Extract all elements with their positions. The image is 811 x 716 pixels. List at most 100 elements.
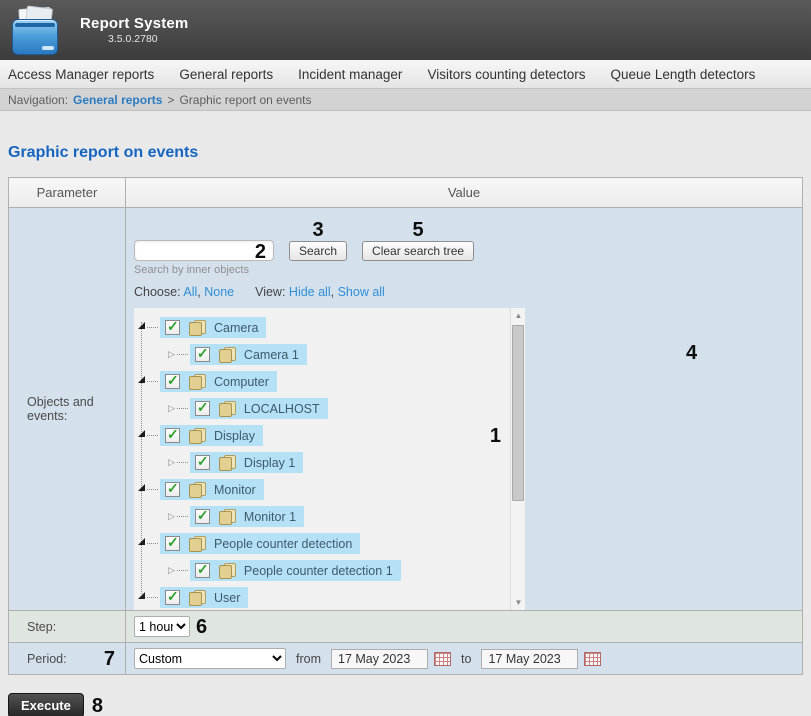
tree-node[interactable]: Display 1 [190, 452, 303, 473]
column-header-parameter: Parameter [9, 178, 126, 208]
checkbox-checked-icon[interactable] [195, 455, 210, 470]
tree-node[interactable]: People counter detection 1 [190, 560, 401, 581]
folder-icon [188, 374, 206, 389]
step-select[interactable]: 1 hour [134, 616, 190, 637]
comma: , [331, 285, 334, 299]
checkbox-checked-icon[interactable] [165, 320, 180, 335]
to-calendar-icon[interactable] [584, 652, 601, 666]
period-label-cell: Period: 7 [9, 643, 126, 675]
checkbox-checked-icon[interactable] [165, 590, 180, 605]
checkbox-checked-icon[interactable] [195, 509, 210, 524]
tree-node[interactable]: People counter detection [160, 533, 360, 554]
tree-row-monitor[interactable]: Monitor [138, 476, 509, 503]
checkbox-checked-icon[interactable] [165, 374, 180, 389]
tree-row-display-1[interactable]: ▷ Display 1 [138, 449, 509, 476]
checkbox-checked-icon[interactable] [195, 401, 210, 416]
tree-node-label: Monitor 1 [244, 510, 296, 524]
tree-row-display[interactable]: Display [138, 422, 509, 449]
tree-connector [177, 462, 188, 463]
checkbox-checked-icon[interactable] [195, 563, 210, 578]
folder-icon [218, 401, 236, 416]
tree-node[interactable]: Computer [160, 371, 277, 392]
tree-row-localhost[interactable]: ▷ LOCALHOST [138, 395, 509, 422]
scroll-down-icon[interactable]: ▼ [511, 595, 525, 610]
tree-node[interactable]: Monitor [160, 479, 264, 500]
tree-row-user[interactable]: User [138, 584, 509, 610]
tree-row-camera[interactable]: Camera [138, 314, 509, 341]
expander-closed-icon[interactable]: ▷ [168, 350, 175, 359]
nav-item-visitors-counting-detectors[interactable]: Visitors counting detectors [427, 67, 585, 82]
expander-open-icon[interactable] [138, 376, 145, 383]
expander-open-icon[interactable] [138, 484, 145, 491]
folder-icon [218, 455, 236, 470]
choose-view-line: Choose: All, None View: Hide all, Show a… [134, 285, 802, 299]
tree-node[interactable]: Monitor 1 [190, 506, 304, 527]
clear-search-tree-button[interactable]: Clear search tree [362, 241, 474, 261]
breadcrumb-prefix: Navigation: [8, 93, 68, 107]
checkbox-checked-icon[interactable] [165, 482, 180, 497]
view-label: View: [255, 285, 285, 299]
tree-node[interactable]: LOCALHOST [190, 398, 328, 419]
annotation-8: 8 [92, 696, 103, 716]
tree-connector [177, 354, 188, 355]
tree-connector [177, 570, 188, 571]
expander-open-icon[interactable] [138, 592, 145, 599]
tree-node-label: Camera 1 [244, 348, 299, 362]
from-date-input[interactable] [331, 649, 428, 669]
period-select[interactable]: Custom [134, 648, 286, 669]
choose-all-link[interactable]: All [183, 285, 197, 299]
search-input[interactable] [134, 240, 274, 261]
annotation-7: 7 [104, 649, 115, 669]
tree-connector [147, 597, 158, 598]
tree-node-label: Computer [214, 375, 269, 389]
tree-node[interactable]: User [160, 587, 248, 608]
tree-node-label: Camera [214, 321, 258, 335]
view-hide-all-link[interactable]: Hide all [289, 285, 331, 299]
folder-icon [218, 509, 236, 524]
comma: , [197, 285, 200, 299]
checkbox-checked-icon[interactable] [195, 347, 210, 362]
view-show-all-link[interactable]: Show all [338, 285, 385, 299]
object-tree-panel: Camera ▷ Camera 1 Computer ▷ LOCALHOST Display… [134, 308, 525, 610]
nav-item-queue-length-detectors[interactable]: Queue Length detectors [611, 67, 756, 82]
tree-node[interactable]: Display [160, 425, 263, 446]
choose-none-link[interactable]: None [204, 285, 234, 299]
expander-open-icon[interactable] [138, 322, 145, 329]
tree-row-computer[interactable]: Computer [138, 368, 509, 395]
expander-closed-icon[interactable]: ▷ [168, 566, 175, 575]
checkbox-checked-icon[interactable] [165, 428, 180, 443]
nav-item-general-reports[interactable]: General reports [179, 67, 273, 82]
to-date-input[interactable] [481, 649, 578, 669]
nav-item-incident-manager[interactable]: Incident manager [298, 67, 402, 82]
expander-open-icon[interactable] [138, 538, 145, 545]
tree-row-people-counter-detection[interactable]: People counter detection [138, 530, 509, 557]
tree-node-label: Display 1 [244, 456, 295, 470]
checkbox-checked-icon[interactable] [165, 536, 180, 551]
tree-row-people-counter-detection-1[interactable]: ▷ People counter detection 1 [138, 557, 509, 584]
tree-scrollbar[interactable]: ▲ ▼ [510, 308, 525, 610]
search-button[interactable]: Search [289, 241, 347, 261]
execute-button[interactable]: Execute [8, 693, 84, 716]
scroll-up-icon[interactable]: ▲ [511, 308, 525, 323]
from-calendar-icon[interactable] [434, 652, 451, 666]
column-header-value: Value [126, 178, 803, 208]
annotation-3: 3 [312, 220, 323, 240]
expander-open-icon[interactable] [138, 430, 145, 437]
tree-node-label: People counter detection [214, 537, 352, 551]
folder-icon [188, 536, 206, 551]
tree-row-monitor-1[interactable]: ▷ Monitor 1 [138, 503, 509, 530]
nav-item-access-manager-reports[interactable]: Access Manager reports [8, 67, 154, 82]
tree-node[interactable]: Camera [160, 317, 266, 338]
breadcrumb-link-general-reports[interactable]: General reports [73, 93, 162, 107]
app-version: 3.5.0.2780 [108, 33, 188, 45]
scrollbar-thumb[interactable] [512, 325, 524, 501]
expander-closed-icon[interactable]: ▷ [168, 512, 175, 521]
tree-connector [177, 516, 188, 517]
expander-closed-icon[interactable]: ▷ [168, 458, 175, 467]
tree-node-label: LOCALHOST [244, 402, 320, 416]
tree-row-camera-1[interactable]: ▷ Camera 1 [138, 341, 509, 368]
tree-node[interactable]: Camera 1 [190, 344, 307, 365]
app-title: Report System [80, 15, 188, 32]
tree-node-label: User [214, 591, 240, 605]
expander-closed-icon[interactable]: ▷ [168, 404, 175, 413]
